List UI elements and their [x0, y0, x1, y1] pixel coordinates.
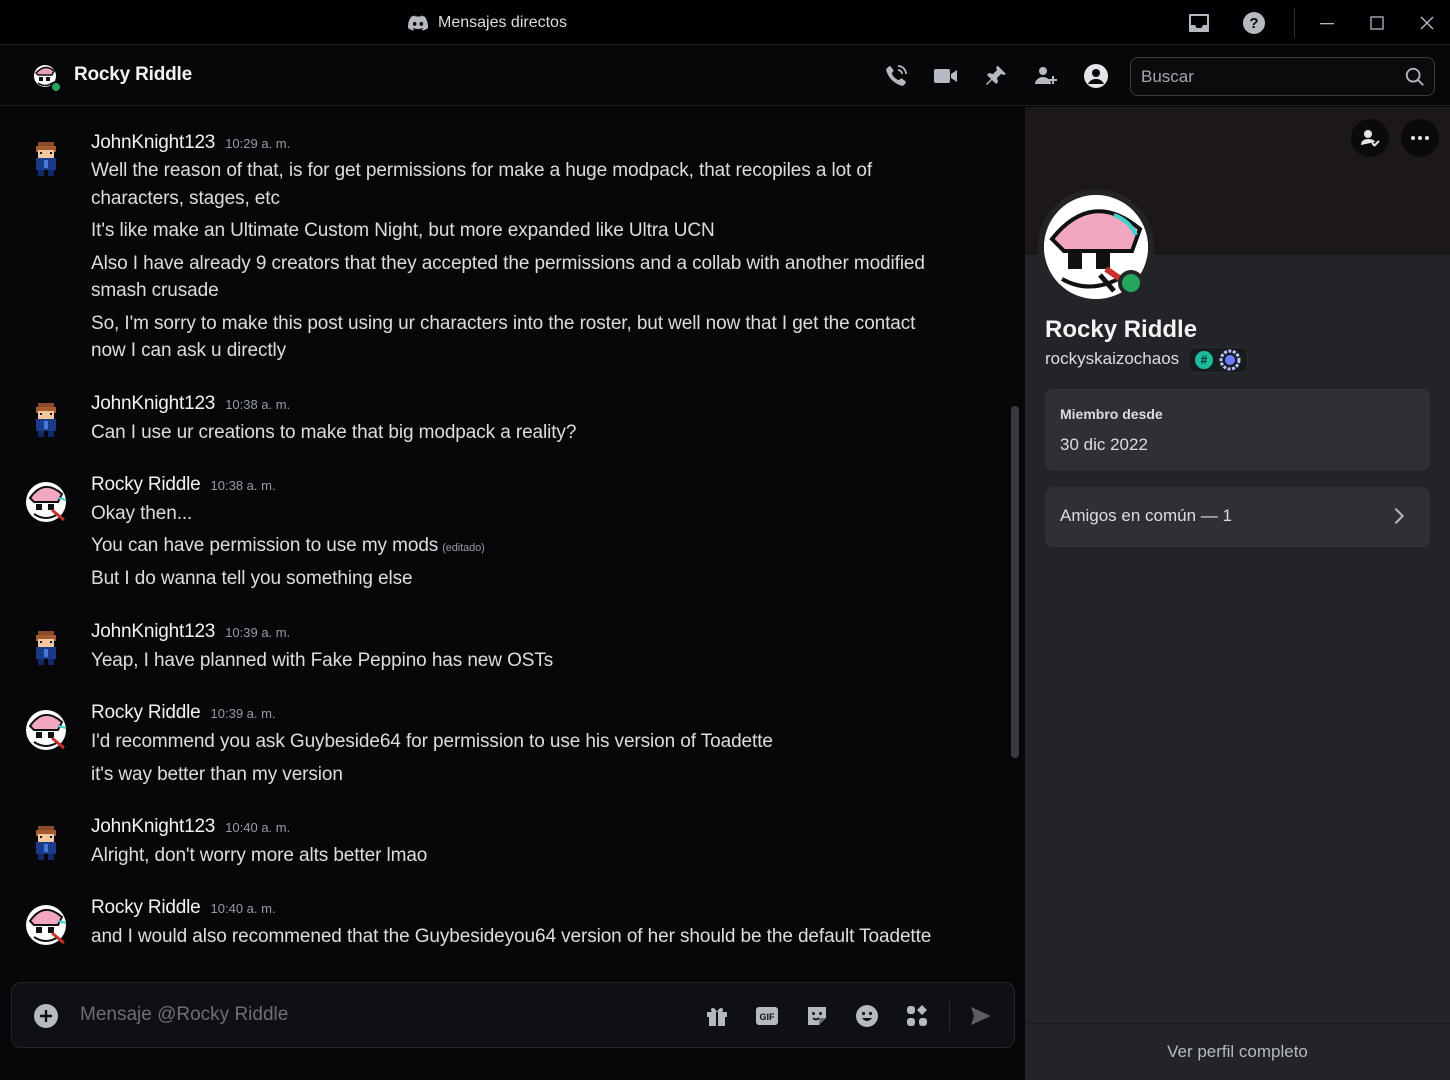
- rocky-avatar[interactable]: [24, 708, 68, 752]
- message-header: JohnKnight123 10:40 a. m.: [91, 816, 290, 838]
- profile-badges: #: [1188, 347, 1248, 373]
- add-attachment-icon[interactable]: [33, 1003, 59, 1029]
- member-since-value: 30 dic 2022: [1060, 435, 1148, 454]
- message-line: So, I'm sorry to make this post using ur…: [91, 313, 916, 334]
- channel-header: Rocky Riddle: [0, 46, 1450, 106]
- titlebar-separator: [1294, 8, 1295, 38]
- member-since-label: Miembro desde: [1060, 406, 1163, 422]
- message-author[interactable]: JohnKnight123: [91, 816, 215, 838]
- message-timestamp: 10:39 a. m.: [210, 706, 276, 721]
- profile-username[interactable]: rockyskaizochaos: [1045, 349, 1179, 369]
- message-line: Okay then...: [91, 503, 193, 524]
- user-profile-toggle-icon[interactable]: [1082, 62, 1110, 90]
- hashtag-badge-label: #: [1200, 353, 1208, 367]
- message-line: Also I have already 9 creators that they…: [91, 253, 925, 274]
- mutual-friends-label: Amigos en común — 1: [1060, 506, 1232, 525]
- sticker-icon[interactable]: [804, 1003, 830, 1029]
- inbox-icon[interactable]: [1186, 10, 1212, 36]
- message-line: It's like make an Ultimate Custom Night,…: [91, 220, 715, 241]
- mutual-friends-card[interactable]: Amigos en común — 1: [1045, 487, 1430, 547]
- message-line: Alright, don't worry more alts better lm…: [91, 845, 428, 866]
- window-title: Mensajes directos: [408, 12, 567, 34]
- message-line-text: You can have permission to use my mods: [91, 535, 439, 556]
- channel-name: Rocky Riddle: [74, 64, 192, 85]
- john-avatar[interactable]: [24, 627, 68, 671]
- search-icon: [1405, 67, 1424, 86]
- john-avatar[interactable]: [24, 822, 68, 866]
- online-status-indicator: [1118, 270, 1144, 296]
- message-line: and I would also recommened that the Guy…: [91, 926, 932, 947]
- message-line: Yeap, I have planned with Fake Peppino h…: [91, 650, 554, 671]
- message-list[interactable]: JohnKnight123 10:29 a. m. Well the reaso…: [0, 107, 1024, 977]
- message-line: You can have permission to use my mods (e…: [91, 532, 971, 562]
- header-avatar[interactable]: [32, 63, 62, 93]
- message-header: Rocky Riddle 10:38 a. m.: [91, 474, 276, 496]
- discord-logo-icon: [408, 15, 428, 31]
- message-input[interactable]: [80, 983, 680, 1047]
- message-timestamp: 10:29 a. m.: [225, 136, 291, 151]
- message-list-scrollbar[interactable]: [1011, 406, 1019, 758]
- add-friend-icon[interactable]: [1351, 119, 1389, 157]
- window-title-text: Mensajes directos: [438, 14, 567, 31]
- message-line: But I do wanna tell you something else: [91, 568, 413, 589]
- message-timestamp: 10:38 a. m.: [210, 478, 276, 493]
- message-author[interactable]: JohnKnight123: [91, 132, 215, 154]
- member-since-card: Miembro desde 30 dic 2022: [1045, 389, 1430, 471]
- rocky-avatar[interactable]: [24, 903, 68, 947]
- message-author[interactable]: Rocky Riddle: [91, 897, 201, 919]
- message-timestamp: 10:40 a. m.: [225, 820, 291, 835]
- more-options-icon[interactable]: [1401, 119, 1439, 157]
- send-icon[interactable]: [968, 1003, 994, 1029]
- message-header: JohnKnight123 10:38 a. m.: [91, 393, 290, 415]
- message-timestamp: 10:38 a. m.: [225, 397, 291, 412]
- message-line: I'd recommend you ask Guybeside64 for pe…: [91, 731, 773, 752]
- message-timestamp: 10:40 a. m.: [210, 901, 276, 916]
- message-author[interactable]: Rocky Riddle: [91, 474, 201, 496]
- minimize-icon[interactable]: [1314, 10, 1340, 36]
- edited-label: (editado): [442, 542, 485, 554]
- user-profile-panel: Rocky Riddle rockyskaizochaos # Miembro …: [1025, 107, 1450, 1080]
- add-friends-to-dm-icon[interactable]: [1032, 62, 1060, 90]
- search-box[interactable]: [1130, 57, 1435, 96]
- view-full-profile-link[interactable]: Ver perfil completo: [1025, 1023, 1450, 1080]
- title-bar: Mensajes directos ?: [0, 0, 1450, 45]
- message-header: JohnKnight123 10:39 a. m.: [91, 621, 290, 643]
- voice-call-icon[interactable]: [882, 62, 910, 90]
- message-line: characters, stages, etc: [91, 188, 280, 209]
- message-line: Can I use ur creations to make that big …: [91, 422, 577, 443]
- message-timestamp: 10:39 a. m.: [225, 625, 291, 640]
- close-icon[interactable]: [1414, 10, 1440, 36]
- maximize-icon[interactable]: [1364, 10, 1390, 36]
- pin-icon[interactable]: [982, 62, 1010, 90]
- john-avatar[interactable]: [24, 399, 68, 443]
- message-author[interactable]: JohnKnight123: [91, 393, 215, 415]
- message-header: JohnKnight123 10:29 a. m.: [91, 132, 290, 154]
- profile-display-name: Rocky Riddle: [1045, 316, 1198, 343]
- emoji-icon[interactable]: [854, 1003, 880, 1029]
- video-call-icon[interactable]: [932, 62, 960, 90]
- message-line: smash crusade: [91, 280, 219, 301]
- gif-icon-label: GIF: [760, 1012, 776, 1022]
- john-avatar[interactable]: [24, 138, 68, 182]
- gif-icon[interactable]: GIF: [754, 1003, 780, 1029]
- help-icon[interactable]: ?: [1241, 10, 1267, 36]
- search-input[interactable]: [1131, 58, 1434, 95]
- nitro-badge-icon[interactable]: [1219, 349, 1241, 371]
- composer-separator: [949, 1001, 950, 1031]
- message-line: it's way better than my version: [91, 764, 343, 785]
- message-header: Rocky Riddle 10:39 a. m.: [91, 702, 276, 724]
- message-author[interactable]: Rocky Riddle: [91, 702, 201, 724]
- message-header: Rocky Riddle 10:40 a. m.: [91, 897, 276, 919]
- svg-text:?: ?: [1249, 15, 1258, 32]
- message-line: Well the reason of that, is for get perm…: [91, 160, 873, 181]
- rocky-avatar[interactable]: [24, 480, 68, 524]
- message-line: now I can ask u directly: [91, 340, 287, 361]
- apps-icon[interactable]: [904, 1003, 930, 1029]
- hashtag-badge-icon[interactable]: #: [1195, 351, 1213, 369]
- message-author[interactable]: JohnKnight123: [91, 621, 215, 643]
- gift-icon[interactable]: [704, 1003, 730, 1029]
- message-composer[interactable]: GIF: [11, 982, 1015, 1048]
- chevron-right-icon: [1394, 507, 1405, 525]
